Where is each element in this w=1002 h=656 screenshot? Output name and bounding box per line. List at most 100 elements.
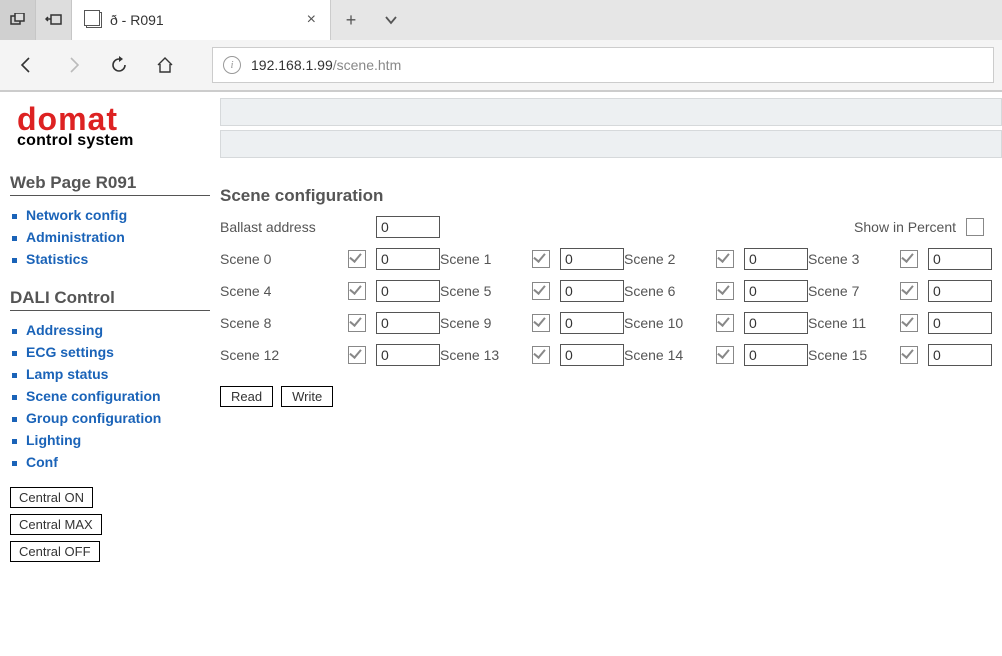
read-button[interactable]: Read [220,386,273,407]
scene-checkbox[interactable] [532,314,550,332]
browser-tab[interactable]: ð - R091 × [72,0,331,40]
scene-input[interactable] [376,248,440,270]
address-host: 192.168.1.99 [251,57,333,73]
scene-checkbox[interactable] [532,346,550,364]
ballast-label: Ballast address [220,219,340,235]
scene-checkbox[interactable] [348,314,366,332]
nav-web-link[interactable]: Statistics [26,251,88,267]
nav-dali-link[interactable]: Addressing [26,322,103,338]
page-icon [86,12,102,28]
scene-checkbox[interactable] [348,250,366,268]
divider [10,310,210,311]
scene-input[interactable] [744,312,808,334]
scene-label: Scene 1 [440,251,524,267]
write-button[interactable]: Write [281,386,333,407]
central-buttons: Central ON Central MAX Central OFF [10,487,210,562]
logo: domat control system [10,100,210,155]
scene-checkbox[interactable] [716,250,734,268]
ballast-input[interactable] [376,216,440,238]
scene-checkbox[interactable] [900,282,918,300]
scene-input[interactable] [744,344,808,366]
address-bar[interactable]: i 192.168.1.99/scene.htm [212,47,994,83]
address-text: 192.168.1.99/scene.htm [251,57,401,73]
scene-input[interactable] [376,280,440,302]
sidebar-item: Group configuration [10,407,210,429]
nav-web: Network config Administration Statistics [10,204,210,270]
scene-input[interactable] [560,344,624,366]
page-body: domat control system Web Page R091 Netwo… [0,90,1002,656]
tabs-row: ð - R091 × + [0,0,1002,40]
page-title: Scene configuration [220,186,1002,206]
scene-label: Scene 10 [624,315,708,331]
window-overlap-icon[interactable] [0,0,36,40]
sidebar-item: Scene configuration [10,385,210,407]
window-dock-icon[interactable] [36,0,72,40]
nav-dali-link[interactable]: Conf [26,454,58,470]
scene-input[interactable] [744,280,808,302]
scene-label: Scene 0 [220,251,340,267]
scene-checkbox[interactable] [900,314,918,332]
scene-label: Scene 12 [220,347,340,363]
scene-input[interactable] [744,248,808,270]
forward-button[interactable] [54,46,92,84]
scene-checkbox[interactable] [716,346,734,364]
scene-checkbox[interactable] [716,314,734,332]
scene-label: Scene 3 [808,251,892,267]
home-button[interactable] [146,46,184,84]
scene-label: Scene 2 [624,251,708,267]
nav-dali-link[interactable]: Lamp status [26,366,108,382]
scene-input[interactable] [928,344,992,366]
central-button[interactable]: Central MAX [10,514,102,535]
toolbar-row: i 192.168.1.99/scene.htm [0,40,1002,91]
sidebar: domat control system Web Page R091 Netwo… [0,90,220,656]
tabs-dropdown-icon[interactable] [371,0,411,40]
sidebar-item: Conf [10,451,210,473]
address-path: /scene.htm [333,57,401,73]
scene-input[interactable] [560,248,624,270]
nav-web-link[interactable]: Network config [26,207,127,223]
nav-dali-link[interactable]: Scene configuration [26,388,161,404]
scene-checkbox[interactable] [348,346,366,364]
scene-input[interactable] [560,312,624,334]
nav-dali-link[interactable]: ECG settings [26,344,114,360]
tab-close-icon[interactable]: × [307,11,316,29]
scene-checkbox[interactable] [532,282,550,300]
new-tab-button[interactable]: + [331,0,371,40]
back-button[interactable] [8,46,46,84]
show-percent-row: Show in Percent [854,218,984,236]
scene-label: Scene 13 [440,347,524,363]
scene-input[interactable] [928,312,992,334]
nav-dali-link[interactable]: Lighting [26,432,81,448]
scene-input[interactable] [928,280,992,302]
sidebar-item: Lamp status [10,363,210,385]
scene-checkbox[interactable] [900,250,918,268]
sidebar-item: Lighting [10,429,210,451]
nav-dali-link[interactable]: Group configuration [26,410,161,426]
scene-input[interactable] [376,312,440,334]
section-title-dali: DALI Control [10,288,210,308]
scene-input[interactable] [560,280,624,302]
scene-label: Scene 11 [808,315,892,331]
scene-checkbox[interactable] [900,346,918,364]
sidebar-item: Addressing [10,319,210,341]
scene-checkbox[interactable] [716,282,734,300]
scene-checkbox[interactable] [348,282,366,300]
central-button[interactable]: Central ON [10,487,93,508]
nav-web-link[interactable]: Administration [26,229,125,245]
show-percent-label: Show in Percent [854,219,956,235]
refresh-button[interactable] [100,46,138,84]
central-button[interactable]: Central OFF [10,541,100,562]
sidebar-item: Administration [10,226,210,248]
logo-brand: domat [17,105,203,134]
show-percent-checkbox[interactable] [966,218,984,236]
scene-label: Scene 9 [440,315,524,331]
scene-input[interactable] [376,344,440,366]
sidebar-item: Network config [10,204,210,226]
sidebar-item: Statistics [10,248,210,270]
nav-dali: Addressing ECG settings Lamp status Scene c… [10,319,210,473]
sidebar-item: ECG settings [10,341,210,363]
scene-input[interactable] [928,248,992,270]
scene-checkbox[interactable] [532,250,550,268]
site-info-icon[interactable]: i [223,56,241,74]
scene-label: Scene 5 [440,283,524,299]
